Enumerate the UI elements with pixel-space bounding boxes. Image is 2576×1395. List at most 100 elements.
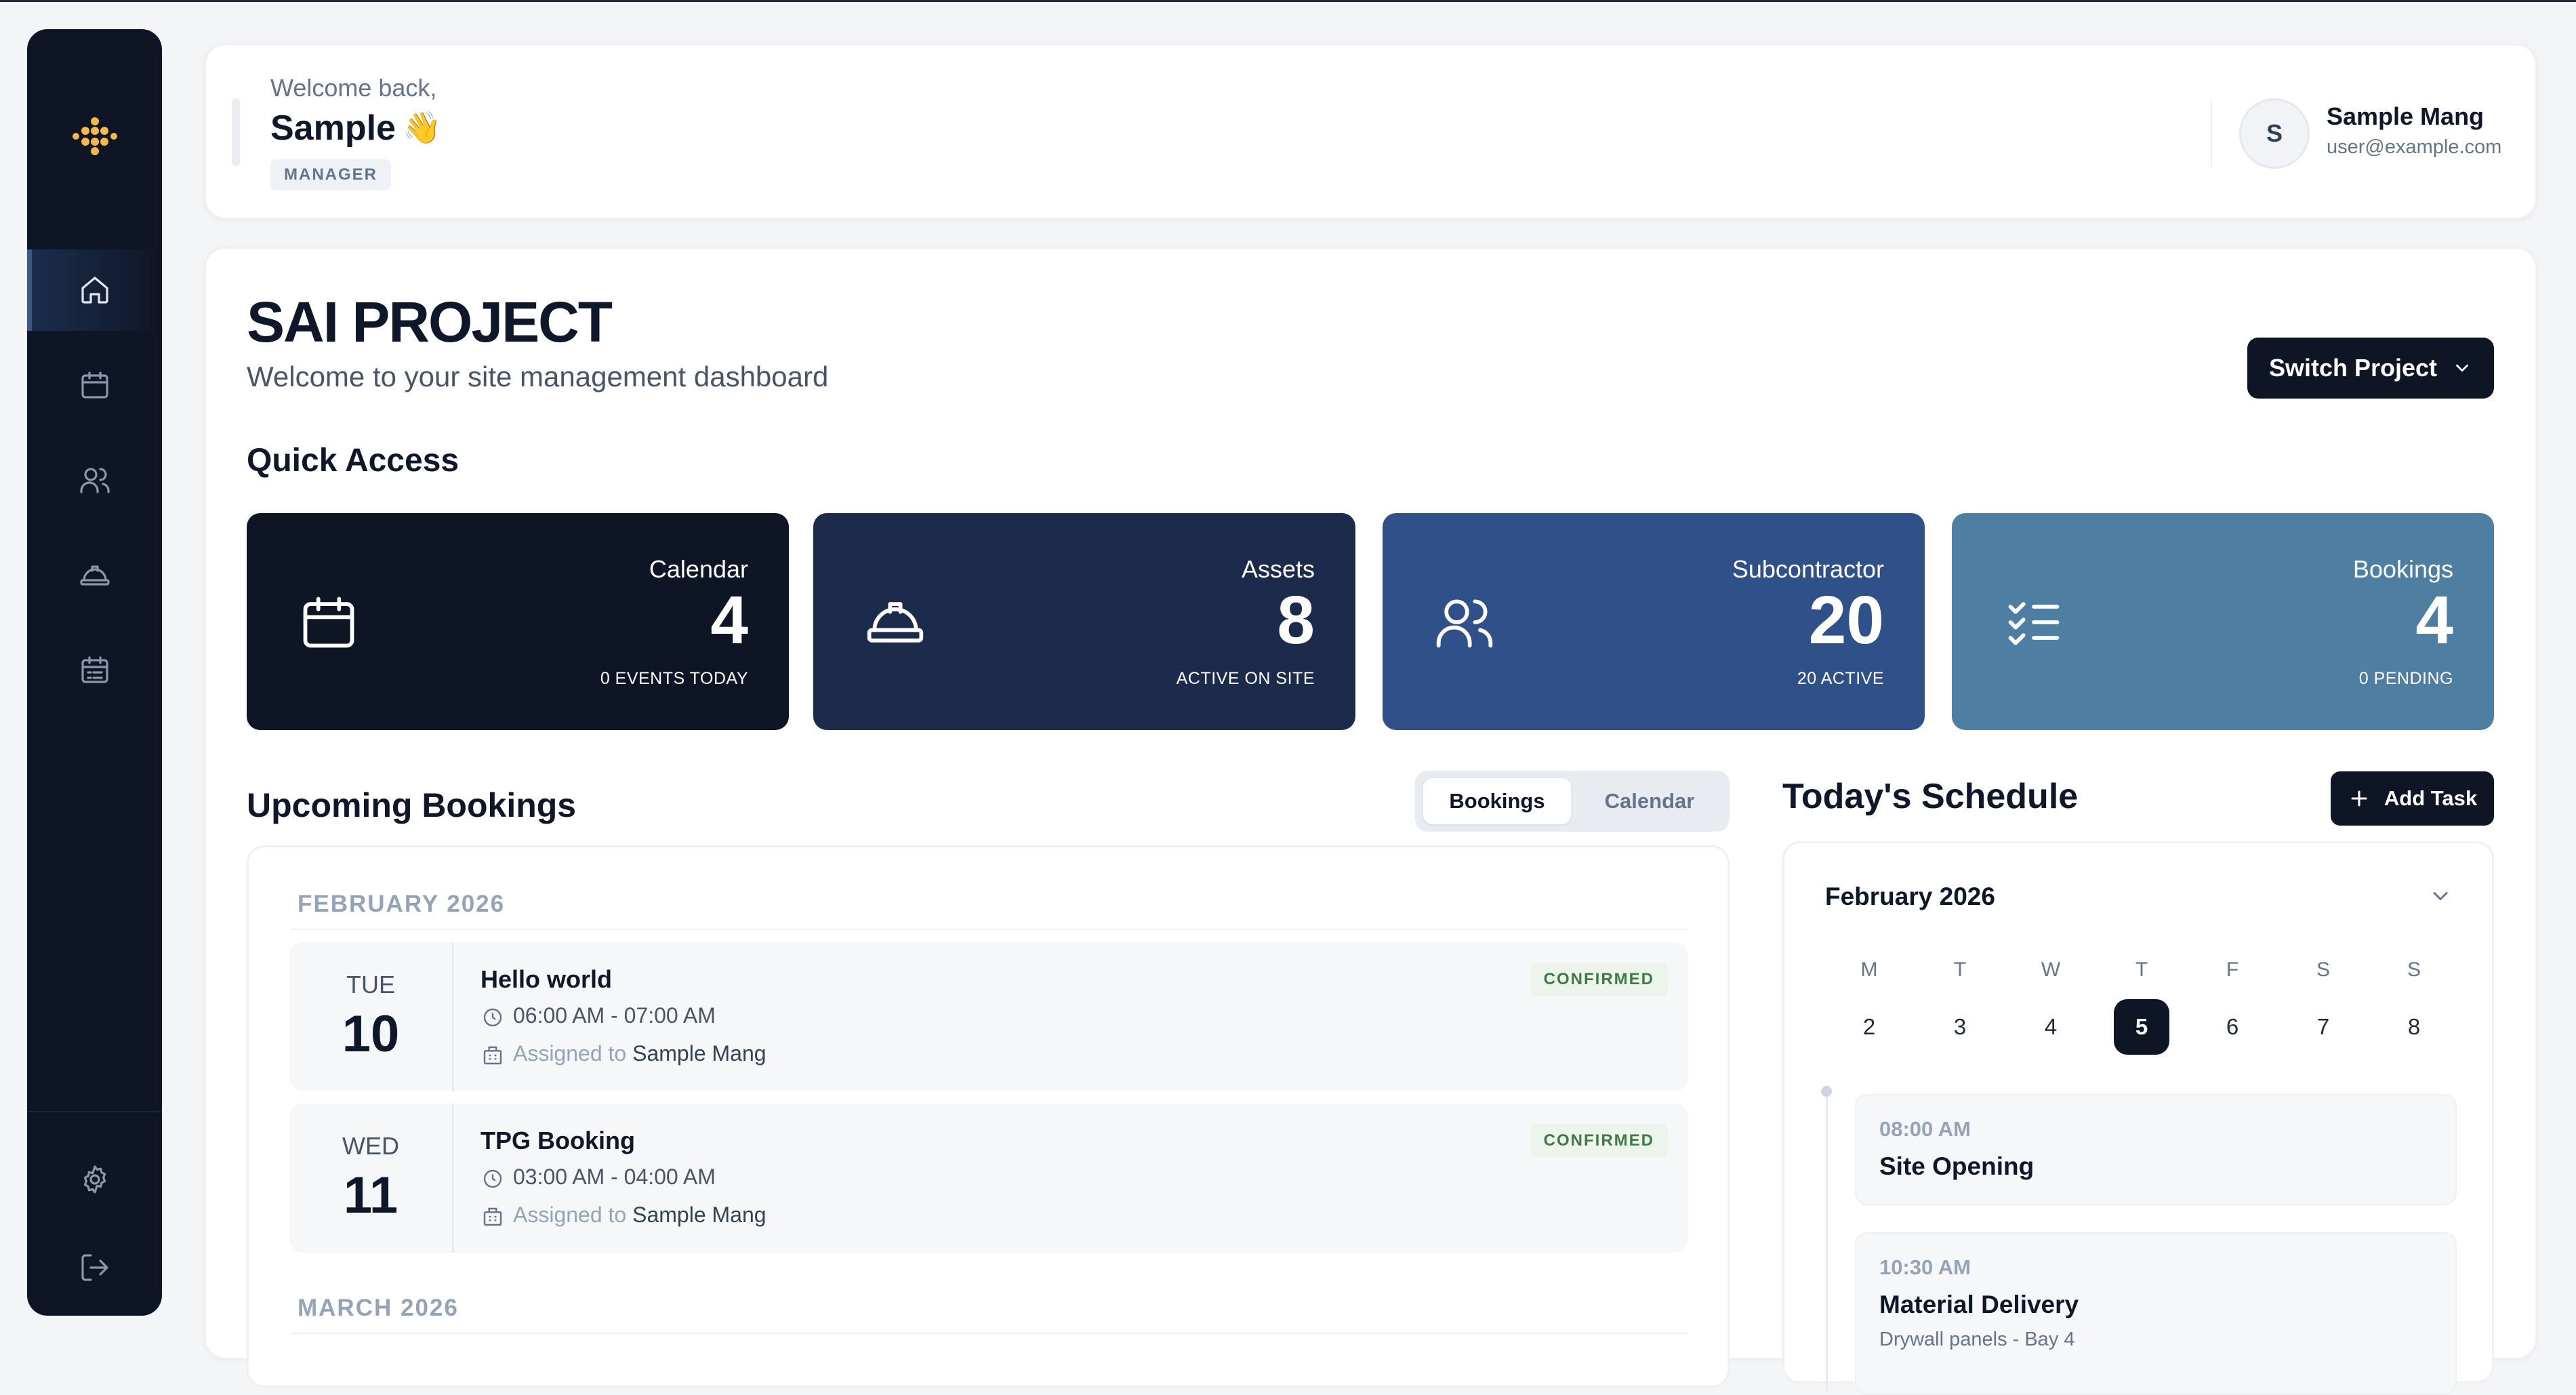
home-icon — [81, 277, 108, 304]
main-card: SAI PROJECT Welcome to your site managem… — [205, 247, 2537, 1395]
todays-schedule-title: Today's Schedule — [1782, 777, 2079, 816]
weekday-label: S — [2407, 958, 2421, 981]
tab-bookings[interactable]: Bookings — [1423, 778, 1571, 824]
chevron-down-icon[interactable] — [2428, 884, 2453, 908]
booking-date-divider — [452, 1104, 454, 1253]
sidebar-item-bookings[interactable] — [27, 629, 162, 710]
quick-card-sub: 20 ACTIVE — [1797, 669, 1884, 688]
month-label: MARCH 2026 — [298, 1295, 459, 1321]
quick-access-title: Quick Access — [247, 443, 459, 479]
page-subtitle: Welcome to your site management dashboar… — [247, 361, 829, 392]
sidebar — [27, 29, 162, 1316]
task-name: Material Delivery — [1879, 1291, 2079, 1318]
user-email: user@example.com — [2327, 136, 2502, 158]
clock-icon — [483, 1008, 502, 1027]
app-logo-icon[interactable] — [69, 110, 121, 162]
sidebar-item-subcontractors[interactable] — [27, 439, 162, 521]
task-card[interactable]: 08:00 AM Site Opening — [1855, 1094, 2457, 1205]
quick-card-assets[interactable]: Assets 8 ACTIVE ON SITE — [813, 513, 1355, 730]
booking-assignee: Assigned to Sample Mang — [513, 1041, 766, 1066]
calendar-icon — [81, 371, 108, 399]
quick-card-subcontractor[interactable]: Subcontractor 20 20 ACTIVE — [1383, 513, 1925, 730]
booking-weekday: TUE — [346, 971, 395, 998]
building-icon — [483, 1046, 502, 1065]
weekday-label: T — [2135, 958, 2148, 981]
month-divider — [291, 1333, 1688, 1334]
clock-icon — [483, 1169, 502, 1188]
add-task-label: Add Task — [2384, 786, 2478, 810]
tab-calendar[interactable]: Calendar — [1578, 778, 1721, 824]
upcoming-bookings-title: Upcoming Bookings — [247, 786, 577, 824]
booking-time: 03:00 AM - 04:00 AM — [513, 1165, 716, 1189]
window-top-border — [0, 0, 2576, 2]
user-name: Sample Mang — [2327, 102, 2485, 130]
users-icon — [79, 468, 110, 493]
booking-day: 10 — [342, 1005, 400, 1063]
calendar-day[interactable]: 3 — [1932, 999, 1988, 1055]
quick-card-label: Bookings — [2352, 555, 2453, 583]
weekday-label: T — [1953, 958, 1967, 981]
avatar[interactable]: S — [2239, 98, 2310, 169]
quick-card-sub: 0 EVENTS TODAY — [600, 669, 748, 688]
task-description: Drywall panels - Bay 4 — [1879, 1329, 2075, 1350]
quick-card-value: 20 — [1808, 582, 1884, 658]
task-name: Site Opening — [1879, 1152, 2035, 1180]
task-card[interactable]: 10:30 AM Material Delivery Drywall panels … — [1855, 1232, 2457, 1395]
schedule-card: February 2026 M T W T F S S 2 3 4 5 6 7 … — [1782, 841, 2494, 1395]
booking-time: 06:00 AM - 07:00 AM — [513, 1003, 716, 1028]
month-divider — [291, 929, 1688, 930]
chevron-down-icon — [2456, 364, 2468, 372]
booking-row[interactable]: WED 11 TPG Booking 03:00 AM - 04:00 AM A… — [289, 1104, 1688, 1253]
header-accent-bar — [232, 98, 240, 166]
calendar-day[interactable]: 2 — [1841, 999, 1897, 1055]
header-divider — [2211, 100, 2212, 167]
quick-card-label: Calendar — [649, 555, 748, 583]
hard-hat-icon — [867, 602, 924, 643]
quick-card-calendar[interactable]: Calendar 4 0 EVENTS TODAY — [247, 513, 789, 730]
switch-project-label: Switch Project — [2268, 354, 2438, 382]
calendar-day[interactable]: 7 — [2295, 999, 2351, 1055]
sidebar-item-home[interactable] — [27, 249, 162, 331]
timeline-line — [1826, 1094, 1828, 1392]
booking-date-divider — [452, 942, 454, 1091]
calendar-day[interactable]: 4 — [2023, 999, 2079, 1055]
greeting-name: Sample — [270, 108, 396, 148]
booking-row[interactable]: TUE 10 Hello world 06:00 AM - 07:00 AM A… — [289, 942, 1688, 1091]
weekday-label: F — [2226, 958, 2239, 981]
calendar-day[interactable]: 6 — [2205, 999, 2260, 1055]
assigned-prefix: Assigned to — [513, 1202, 627, 1227]
plus-icon — [2351, 790, 2367, 807]
quick-card-label: Subcontractor — [1732, 555, 1884, 583]
header-card: Welcome back, Sample 👋 MANAGER S Sample … — [205, 44, 2537, 219]
calendar-month-label: February 2026 — [1825, 883, 1995, 910]
task-time: 08:00 AM — [1879, 1117, 1971, 1141]
booking-weekday: WED — [342, 1132, 399, 1160]
quick-card-value: 4 — [2415, 582, 2453, 658]
role-badge: MANAGER — [270, 159, 391, 190]
calendar-day-selected[interactable]: 5 — [2114, 999, 2169, 1055]
bookings-view-toggle: Bookings Calendar — [1415, 771, 1730, 832]
users-icon — [1436, 599, 1493, 648]
add-task-button[interactable]: Add Task — [2331, 771, 2494, 826]
assignee-name: Sample Mang — [632, 1202, 766, 1227]
checklist-icon — [2008, 602, 2060, 645]
calendar-list-icon — [81, 656, 108, 683]
quick-card-sub: 0 PENDING — [2358, 669, 2453, 688]
quick-card-bookings[interactable]: Bookings 4 0 PENDING — [1952, 513, 2494, 730]
switch-project-button[interactable]: Switch Project — [2247, 338, 2494, 399]
calendar-day[interactable]: 8 — [2386, 999, 2442, 1055]
weekday-label: S — [2316, 958, 2330, 981]
gear-icon — [83, 1165, 106, 1194]
status-badge: CONFIRMED — [1530, 963, 1668, 996]
calendar-icon — [303, 597, 354, 648]
page-title: SAI PROJECT — [247, 290, 613, 354]
quick-card-value: 8 — [1277, 582, 1315, 658]
sidebar-item-settings[interactable] — [27, 1139, 162, 1220]
sidebar-item-assets[interactable] — [27, 534, 162, 615]
quick-card-label: Assets — [1241, 555, 1315, 583]
quick-card-value: 4 — [710, 582, 748, 658]
sidebar-item-calendar[interactable] — [27, 344, 162, 426]
sidebar-item-logout[interactable] — [27, 1227, 162, 1308]
hard-hat-icon — [79, 565, 110, 586]
status-badge: CONFIRMED — [1530, 1124, 1668, 1158]
